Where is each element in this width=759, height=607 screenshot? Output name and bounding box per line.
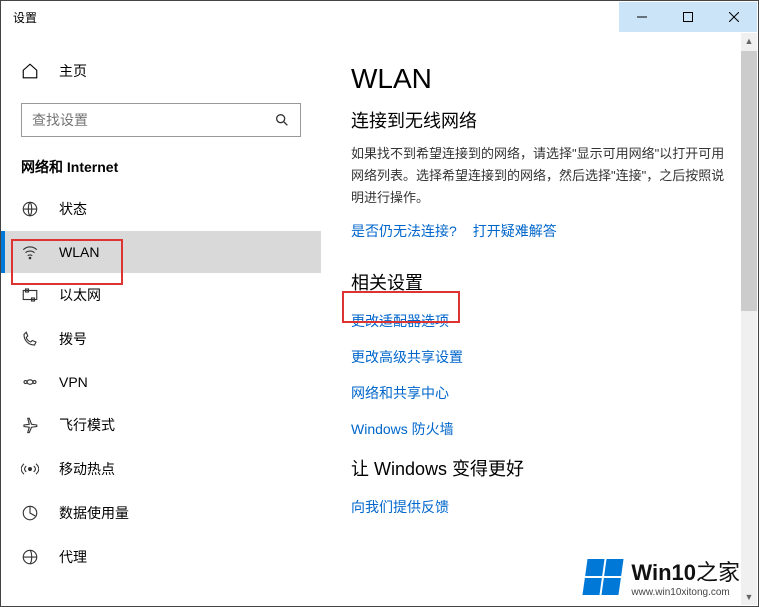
page-subtitle: 连接到无线网络	[351, 107, 728, 133]
sidebar-item-proxy[interactable]: 代理	[1, 535, 321, 579]
watermark: Win10之家 www.win10xitong.com	[585, 555, 740, 598]
advanced-sharing-link[interactable]: 更改高级共享设置	[351, 347, 728, 367]
sidebar-item-status[interactable]: 状态	[1, 187, 321, 231]
page-title: WLAN	[351, 63, 728, 95]
main-panel: WLAN 连接到无线网络 如果找不到希望连接到的网络，请选择"显示可用网络"以打…	[321, 33, 758, 606]
firewall-link[interactable]: Windows 防火墙	[351, 419, 728, 439]
sidebar-item-wlan[interactable]: WLAN	[1, 231, 321, 273]
ethernet-icon	[21, 286, 39, 304]
minimize-button[interactable]	[619, 2, 665, 32]
airplane-icon	[21, 416, 39, 434]
sidebar-item-label: 以太网	[59, 285, 101, 305]
search-input[interactable]	[32, 112, 274, 128]
scrollbar[interactable]: ▲ ▼	[741, 33, 757, 605]
feedback-header: 让 Windows 变得更好	[351, 455, 728, 481]
watermark-text: Win10之家 www.win10xitong.com	[631, 555, 740, 598]
sidebar-item-label: 拨号	[59, 329, 87, 349]
adapter-options-link[interactable]: 更改适配器选项	[351, 311, 728, 331]
sidebar-item-label: VPN	[59, 374, 88, 390]
sidebar-item-label: 移动热点	[59, 459, 115, 479]
scroll-up-arrow[interactable]: ▲	[741, 33, 757, 49]
wifi-icon	[21, 243, 39, 261]
proxy-icon	[21, 548, 39, 566]
dialup-icon	[21, 330, 39, 348]
datausage-icon	[21, 504, 39, 522]
sidebar-item-label: 状态	[59, 199, 87, 219]
sidebar-item-label: 飞行模式	[59, 415, 115, 435]
window-controls	[619, 2, 757, 32]
home-icon	[21, 62, 39, 80]
home-label: 主页	[59, 61, 87, 81]
still-cannot-connect-link[interactable]: 是否仍无法连接?	[351, 221, 457, 241]
close-button[interactable]	[711, 2, 757, 32]
sidebar-item-hotspot[interactable]: 移动热点	[1, 447, 321, 491]
scrollbar-thumb[interactable]	[741, 51, 757, 311]
sharing-center-link[interactable]: 网络和共享中心	[351, 383, 728, 403]
window-title: 设置	[13, 9, 37, 26]
sidebar-item-dialup[interactable]: 拨号	[1, 317, 321, 361]
sidebar-item-datausage[interactable]: 数据使用量	[1, 491, 321, 535]
scroll-down-arrow[interactable]: ▼	[741, 589, 757, 605]
search-icon	[274, 112, 290, 128]
category-header: 网络和 Internet	[1, 157, 321, 187]
sidebar-item-vpn[interactable]: VPN	[1, 361, 321, 403]
sidebar: 主页 网络和 Internet 状态 WLAN 以太网 拨号 VPN	[1, 33, 321, 606]
troubleshoot-link[interactable]: 打开疑难解答	[473, 221, 557, 241]
vpn-icon	[21, 373, 39, 391]
hotspot-icon	[21, 460, 39, 478]
sidebar-item-ethernet[interactable]: 以太网	[1, 273, 321, 317]
home-link[interactable]: 主页	[1, 53, 321, 89]
sidebar-item-label: 数据使用量	[59, 503, 129, 523]
sidebar-item-label: WLAN	[59, 244, 99, 260]
sidebar-item-airplane[interactable]: 飞行模式	[1, 403, 321, 447]
page-description: 如果找不到希望连接到的网络，请选择"显示可用网络"以打开可用网络列表。选择希望连…	[351, 143, 728, 209]
feedback-link[interactable]: 向我们提供反馈	[351, 497, 728, 517]
search-box[interactable]	[21, 103, 301, 137]
related-settings-header: 相关设置	[351, 269, 728, 295]
status-icon	[21, 200, 39, 218]
windows-logo-icon	[583, 559, 624, 595]
sidebar-item-label: 代理	[59, 547, 87, 567]
maximize-button[interactable]	[665, 2, 711, 32]
